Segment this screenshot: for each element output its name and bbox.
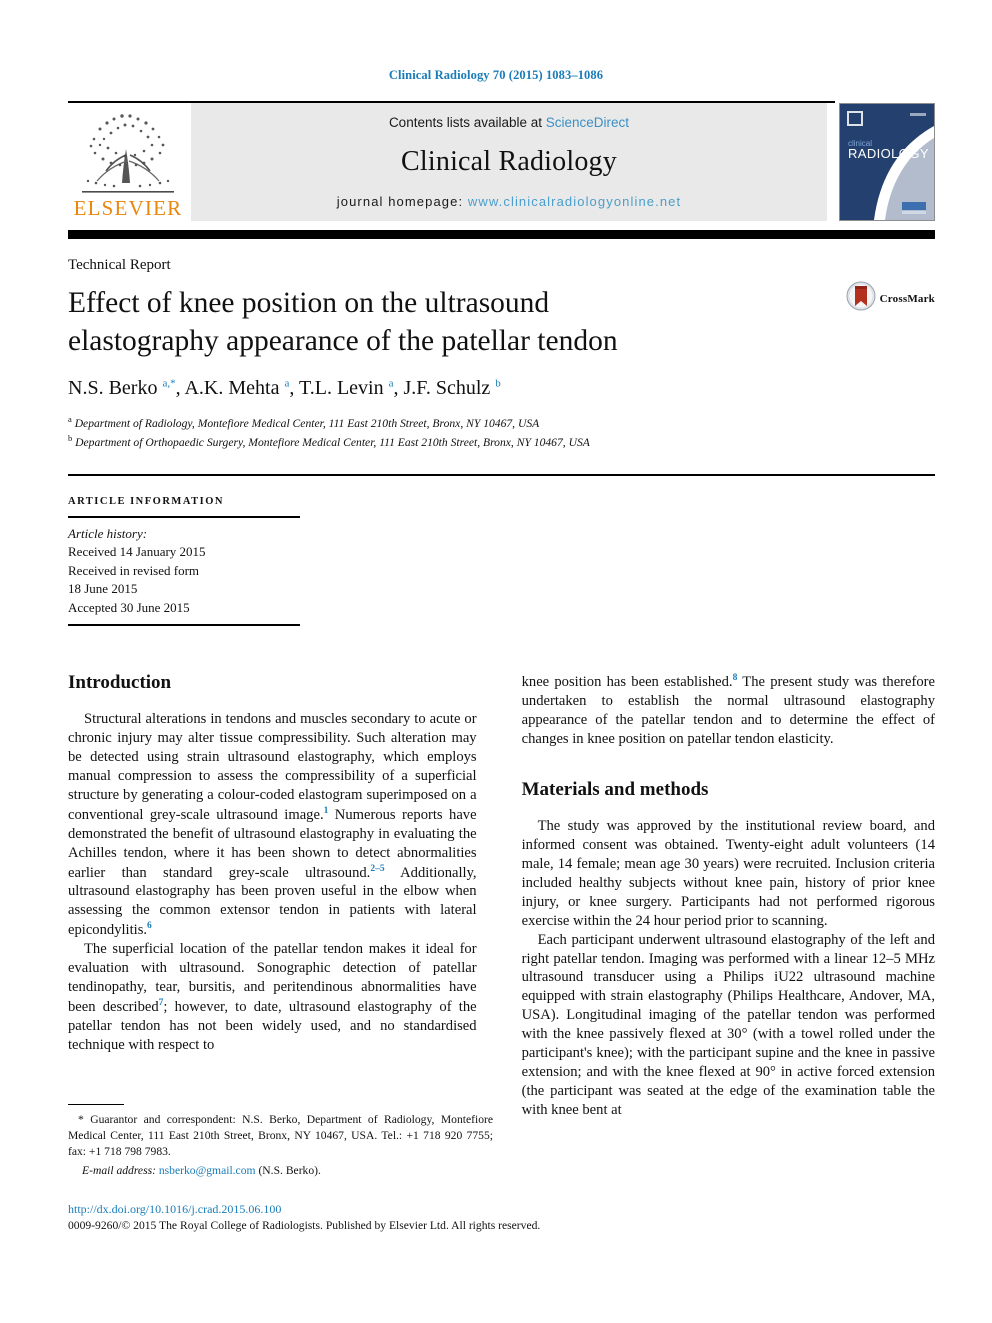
article-information-rule-top [68,516,300,518]
article-information-heading: ARTICLE INFORMATION [68,496,224,507]
page-title: Effect of knee position on the ultrasoun… [68,287,618,358]
journal-homepage-line: journal homepage: www.clinicalradiologyo… [337,194,681,209]
running-head: Clinical Radiology 70 (2015) 1083–1086 [388,68,604,82]
correspondence-footnote: * Guarantor and correspondent: N.S. Berk… [68,1104,493,1179]
email-line: E-mail address: nsberko@gmail.com (N.S. … [68,1163,493,1179]
masthead-wrapper: ELSEVIER Contents lists available at Sci… [68,101,935,239]
materials-paragraph-1: The study was approved by the institutio… [521,817,935,929]
article-accepted: Accepted 30 June 2015 [68,599,190,615]
section-heading-introduction: Introduction [68,672,172,693]
copyright-line: 0009-9260/© 2015 The Royal College of Ra… [68,1219,541,1232]
contents-band: Contents lists available at ScienceDirec… [191,103,827,221]
crossmark-icon [846,281,876,316]
intro-paragraph-1: Structural alterations in tendons and mu… [68,711,477,939]
svg-text:RADIOLOGY: RADIOLOGY [848,146,929,161]
journal-title: Clinical Radiology [401,146,617,177]
imprint-block: http://dx.doi.org/10.1016/j.crad.2015.06… [68,1202,540,1232]
article-information: ARTICLE INFORMATION Article history: Rec… [68,496,300,627]
intro-paragraph-2-continued: knee position has been established.8 The… [521,673,935,747]
sciencedirect-link[interactable]: ScienceDirect [546,115,629,130]
contents-prefix: Contents lists available at [388,115,546,130]
crossmark-badge[interactable]: CrossMark [846,281,935,316]
author-list: N.S. Berko a,*, A.K. Mehta a, T.L. Levin… [68,376,501,399]
journal-cover-thumbnail: clinical RADIOLOGY [839,103,935,221]
affiliation-a-text: Department of Radiology, Montefiore Medi… [74,416,540,430]
homepage-prefix: journal homepage: [336,194,468,209]
elsevier-logo: ELSEVIER [68,103,188,221]
article-information-rule-bottom [68,624,300,627]
email-label: E-mail address: [82,1163,156,1177]
contents-available-line: Contents lists available at ScienceDirec… [389,115,629,130]
affiliation-b: b Department of Orthopaedic Surgery, Mon… [68,432,935,452]
intro-paragraph-2: The superficial location of the patellar… [68,941,477,1053]
elsevier-wordmark: ELSEVIER [73,196,183,220]
affiliation-a: a Department of Radiology, Montefiore Me… [68,413,935,433]
article-revised-label: Received in revised form [68,562,200,578]
document-type: Technical Report [68,257,171,273]
paper-page: Clinical Radiology 70 (2015) 1083–1086 E… [0,0,992,1323]
email-suffix: (N.S. Berko). [258,1163,321,1177]
elsevier-tree-icon [80,109,176,197]
email-link[interactable]: nsberko@gmail.com [159,1164,256,1177]
affiliation-marker-a: a [68,413,72,424]
masthead: ELSEVIER Contents lists available at Sci… [68,103,935,221]
correspondence-text: * Guarantor and correspondent: N.S. Berk… [68,1113,493,1158]
right-column: knee position has been established.8 The… [522,672,935,1120]
masthead-black-bar [68,230,935,239]
title-bottom-rule [68,474,935,476]
section-heading-materials-and-methods: Materials and methods [521,778,709,800]
journal-homepage-link[interactable]: www.clinicalradiologyonline.net [468,194,681,209]
left-column: Introduction Structural alterations in t… [68,672,477,1120]
body-columns: Introduction Structural alterations in t… [68,672,935,1120]
doi-link[interactable]: http://dx.doi.org/10.1016/j.crad.2015.06… [68,1202,540,1217]
title-block: Technical Report Effect of knee position… [68,239,935,452]
article-received: Received 14 January 2015 [68,544,206,560]
affiliation-b-text: Department of Orthopaedic Surgery, Monte… [75,436,590,450]
article-revised-date: 18 June 2015 [68,581,138,597]
article-history-label: Article history: [68,526,148,541]
materials-paragraph-2: Each participant underwent ultrasound el… [521,931,935,1119]
article-history: Article history: Received 14 January 201… [68,525,300,617]
footnote-divider [68,1104,124,1105]
affiliation-marker-b: b [68,433,73,444]
crossmark-label: CrossMark [879,292,935,305]
